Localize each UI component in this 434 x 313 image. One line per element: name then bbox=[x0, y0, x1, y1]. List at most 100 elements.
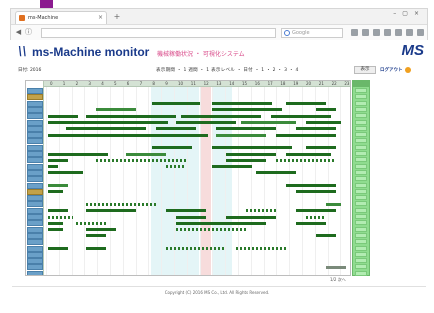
machine-row-label[interactable] bbox=[27, 270, 43, 275]
machine-row-label[interactable] bbox=[27, 119, 43, 126]
browser-tab[interactable]: ms-Machine × bbox=[15, 11, 107, 24]
operation-bar[interactable] bbox=[48, 114, 78, 118]
operation-bar[interactable] bbox=[166, 165, 186, 169]
menu-icon[interactable] bbox=[417, 29, 424, 36]
close-tab-icon[interactable]: × bbox=[98, 12, 103, 24]
operation-bar[interactable] bbox=[306, 121, 341, 124]
machine-row-label[interactable] bbox=[27, 214, 43, 220]
machine-row-label[interactable] bbox=[27, 226, 43, 233]
operation-bar[interactable] bbox=[286, 152, 331, 156]
operation-bar[interactable] bbox=[216, 133, 266, 137]
extension-icon[interactable] bbox=[406, 29, 413, 36]
machine-row-label[interactable] bbox=[27, 94, 43, 101]
machine-row-label[interactable] bbox=[27, 100, 43, 107]
operation-bar[interactable] bbox=[86, 228, 116, 232]
machine-row-label[interactable] bbox=[27, 169, 43, 176]
machine-row-label[interactable] bbox=[27, 251, 43, 258]
machine-row-label[interactable] bbox=[27, 144, 43, 151]
operation-bar[interactable] bbox=[48, 190, 63, 194]
machine-row-label[interactable] bbox=[27, 151, 43, 157]
operation-bar[interactable] bbox=[316, 108, 336, 112]
operation-bar[interactable] bbox=[212, 108, 282, 112]
machine-row-label[interactable] bbox=[27, 232, 43, 239]
operation-bar[interactable] bbox=[86, 234, 106, 238]
pocket-icon[interactable] bbox=[395, 29, 402, 36]
machine-row-label[interactable] bbox=[27, 106, 43, 113]
display-button[interactable]: 表示 bbox=[354, 66, 376, 74]
operation-bar[interactable] bbox=[96, 108, 136, 112]
machine-row-label[interactable] bbox=[27, 258, 43, 265]
machine-row-label[interactable] bbox=[27, 157, 43, 164]
machine-row-label[interactable] bbox=[27, 220, 43, 227]
operation-bar[interactable] bbox=[296, 209, 336, 213]
operation-bar[interactable] bbox=[86, 114, 176, 118]
machine-row-label[interactable] bbox=[27, 188, 43, 195]
operation-bar[interactable] bbox=[152, 146, 192, 150]
operation-bar[interactable] bbox=[226, 215, 276, 219]
operation-bar[interactable] bbox=[76, 221, 106, 225]
operation-bar[interactable] bbox=[256, 171, 296, 175]
star-icon[interactable] bbox=[351, 29, 358, 36]
operation-bar[interactable] bbox=[48, 247, 68, 250]
operation-bar[interactable] bbox=[48, 215, 73, 219]
machine-row-label[interactable] bbox=[27, 176, 43, 183]
machine-row-label[interactable] bbox=[27, 239, 43, 246]
new-tab-button[interactable]: + bbox=[111, 12, 123, 22]
operation-bar[interactable] bbox=[176, 121, 236, 124]
machine-row-label[interactable] bbox=[27, 88, 43, 94]
operation-bar[interactable] bbox=[212, 146, 292, 150]
url-field[interactable] bbox=[41, 28, 276, 38]
operation-bar[interactable] bbox=[96, 158, 186, 162]
back-arrow-icon[interactable]: ◀ bbox=[15, 29, 22, 36]
operation-bar[interactable] bbox=[166, 209, 206, 213]
operation-bar[interactable] bbox=[126, 152, 166, 156]
operation-bar[interactable] bbox=[212, 165, 252, 169]
operation-bar[interactable] bbox=[176, 215, 206, 219]
operation-bar[interactable] bbox=[212, 102, 272, 106]
machine-row-label[interactable] bbox=[27, 245, 43, 252]
operation-bar[interactable] bbox=[86, 202, 156, 206]
machine-row-label[interactable] bbox=[27, 113, 43, 120]
operation-bar[interactable] bbox=[86, 247, 106, 250]
operation-bar[interactable] bbox=[48, 121, 168, 124]
home-icon[interactable] bbox=[384, 29, 391, 36]
operation-bar[interactable] bbox=[48, 165, 58, 169]
operation-bar[interactable] bbox=[296, 127, 336, 131]
operation-bar[interactable] bbox=[246, 209, 276, 213]
operation-bar[interactable] bbox=[48, 209, 68, 213]
machine-row-label[interactable] bbox=[27, 163, 43, 170]
operation-bar[interactable] bbox=[276, 133, 336, 137]
operation-bar[interactable] bbox=[48, 228, 63, 232]
machine-row-label[interactable] bbox=[27, 207, 43, 214]
operation-bar[interactable] bbox=[48, 221, 63, 225]
operation-bar[interactable] bbox=[181, 114, 261, 118]
operation-bar[interactable] bbox=[326, 265, 346, 269]
machine-row-label[interactable] bbox=[27, 264, 43, 271]
pager[interactable]: 1/2 次へ bbox=[330, 277, 346, 283]
operation-bar[interactable] bbox=[166, 247, 226, 250]
operation-bar[interactable] bbox=[326, 202, 341, 206]
operation-bar[interactable] bbox=[48, 158, 68, 162]
download-icon[interactable] bbox=[373, 29, 380, 36]
operation-bar[interactable] bbox=[48, 184, 68, 187]
operation-bar[interactable] bbox=[276, 158, 336, 162]
operation-bar[interactable] bbox=[296, 190, 336, 194]
operation-bar[interactable] bbox=[306, 215, 326, 219]
machine-row-label[interactable] bbox=[27, 125, 43, 132]
operation-bar[interactable] bbox=[316, 234, 336, 238]
reader-icon[interactable] bbox=[362, 29, 369, 36]
operation-bar[interactable] bbox=[48, 152, 108, 156]
operation-bar[interactable] bbox=[86, 209, 136, 213]
operation-bar[interactable] bbox=[286, 184, 336, 187]
machine-row-label[interactable] bbox=[27, 195, 43, 202]
operation-bar[interactable] bbox=[48, 133, 208, 137]
operation-bar[interactable] bbox=[226, 158, 266, 162]
operation-bar[interactable] bbox=[176, 228, 246, 232]
machine-row-label[interactable] bbox=[27, 138, 43, 145]
window-controls[interactable]: –▢× bbox=[393, 10, 425, 17]
operation-bar[interactable] bbox=[226, 152, 276, 156]
operation-bar[interactable] bbox=[152, 102, 200, 106]
operation-bar[interactable] bbox=[66, 127, 146, 131]
machine-row-label[interactable] bbox=[27, 132, 43, 139]
machine-row-label[interactable] bbox=[27, 182, 43, 189]
